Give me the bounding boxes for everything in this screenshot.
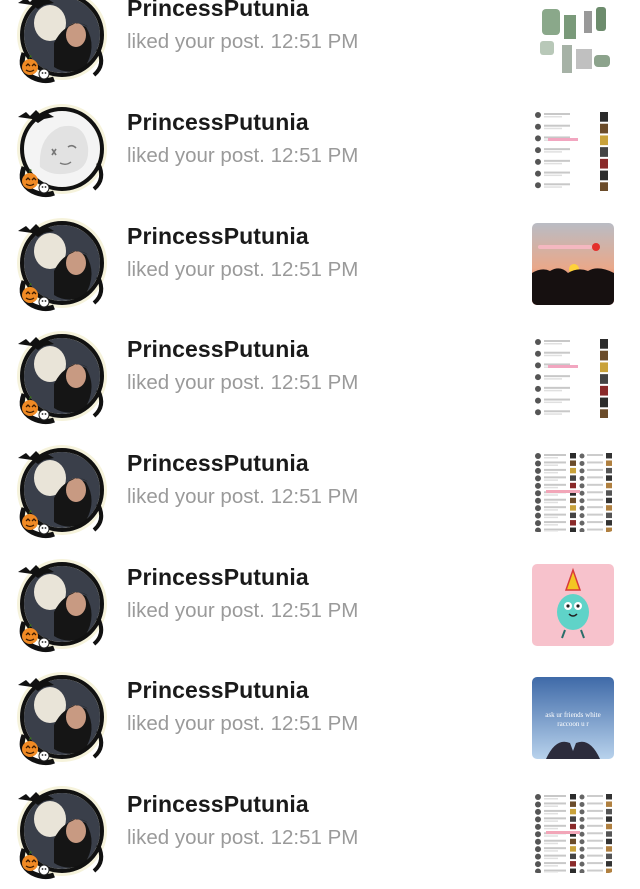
action-text: liked your post. [127, 144, 265, 167]
notification-row[interactable]: PrincessPutunia liked your post. 12:51 P… [0, 320, 640, 434]
notification-text: liked your post. 12:51 PM [127, 144, 358, 168]
notification-text: liked your post. 12:51 PM [127, 712, 358, 736]
avatar[interactable] [10, 438, 114, 542]
notification-text: liked your post. 12:51 PM [127, 258, 358, 282]
timestamp: 12:51 PM [271, 371, 359, 394]
username[interactable]: PrincessPutunia [127, 791, 309, 818]
username[interactable]: PrincessPutunia [127, 0, 309, 22]
avatar[interactable] [10, 324, 114, 428]
username[interactable]: PrincessPutunia [127, 677, 309, 704]
username[interactable]: PrincessPutunia [127, 450, 309, 477]
notification-row[interactable]: PrincessPutunia liked your post. 12:51 P… [0, 775, 640, 889]
avatar[interactable] [10, 779, 114, 883]
post-thumbnail[interactable] [532, 564, 614, 646]
action-text: liked your post. [127, 826, 265, 849]
post-thumbnail[interactable] [532, 223, 614, 305]
timestamp: 12:51 PM [271, 30, 359, 53]
notification-text: liked your post. 12:51 PM [127, 599, 358, 623]
notification-row[interactable]: PrincessPutunia liked your post. 12:51 P… [0, 207, 640, 321]
username[interactable]: PrincessPutunia [127, 564, 309, 591]
notification-row[interactable]: PrincessPutunia liked your post. 12:51 P… [0, 434, 640, 548]
avatar[interactable] [10, 97, 114, 201]
timestamp: 12:51 PM [271, 485, 359, 508]
post-thumbnail[interactable] [532, 791, 614, 873]
timestamp: 12:51 PM [271, 599, 359, 622]
timestamp: 12:51 PM [271, 826, 359, 849]
notification-feed: PrincessPutunia liked your post. 12:51 P… [0, 0, 640, 853]
notification-row[interactable]: PrincessPutunia liked your post. 12:51 P… [0, 548, 640, 662]
post-thumbnail[interactable] [532, 450, 614, 532]
timestamp: 12:51 PM [271, 712, 359, 735]
avatar[interactable] [10, 665, 114, 769]
avatar[interactable] [10, 211, 114, 315]
action-text: liked your post. [127, 258, 265, 281]
action-text: liked your post. [127, 30, 265, 53]
timestamp: 12:51 PM [271, 144, 359, 167]
avatar[interactable] [10, 552, 114, 656]
post-thumbnail[interactable] [532, 0, 614, 77]
notification-text: liked your post. 12:51 PM [127, 485, 358, 509]
action-text: liked your post. [127, 599, 265, 622]
username[interactable]: PrincessPutunia [127, 336, 309, 363]
notification-row[interactable]: PrincessPutunia liked your post. 12:51 P… [0, 0, 640, 93]
username[interactable]: PrincessPutunia [127, 109, 309, 136]
notification-text: liked your post. 12:51 PM [127, 30, 358, 54]
action-text: liked your post. [127, 371, 265, 394]
action-text: liked your post. [127, 485, 265, 508]
notification-row[interactable]: PrincessPutunia liked your post. 12:51 P… [0, 661, 640, 775]
post-thumbnail[interactable]: ask ur friends whiteraccoon u r [532, 677, 614, 759]
notification-row[interactable]: PrincessPutunia liked your post. 12:51 P… [0, 93, 640, 207]
post-thumbnail[interactable] [532, 336, 614, 418]
notification-text: liked your post. 12:51 PM [127, 371, 358, 395]
username[interactable]: PrincessPutunia [127, 223, 309, 250]
post-thumbnail[interactable] [532, 109, 614, 191]
action-text: liked your post. [127, 712, 265, 735]
avatar[interactable] [10, 0, 114, 87]
timestamp: 12:51 PM [271, 258, 359, 281]
notification-text: liked your post. 12:51 PM [127, 826, 358, 850]
